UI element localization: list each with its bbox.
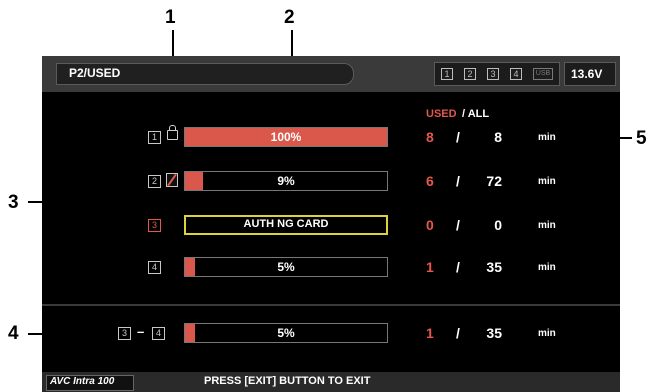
unit-label: min xyxy=(538,132,556,143)
auth-ng-message: AUTH NG CARD xyxy=(243,218,329,230)
card-row-3: 3 AUTH NG CARD 0 / 0 min xyxy=(42,214,620,236)
used-minutes: 1 xyxy=(426,325,434,341)
used-minutes: 1 xyxy=(426,259,434,275)
all-minutes: 8 xyxy=(494,129,502,145)
slash-separator: / xyxy=(456,217,460,233)
usb-icon: USB xyxy=(533,68,553,80)
unit-label: min xyxy=(538,176,556,187)
unit-label: min xyxy=(538,328,556,339)
slot-number: 2 xyxy=(148,175,161,188)
all-minutes: 72 xyxy=(486,173,502,189)
usage-bar: 5% xyxy=(184,257,388,277)
all-minutes: 0 xyxy=(494,217,502,233)
slash-separator: / xyxy=(456,173,460,189)
usage-bar: 9% xyxy=(184,171,388,191)
avc-intra-logo: AVC Intra 100 xyxy=(46,375,134,391)
usage-percent: 5% xyxy=(277,260,295,274)
unit-label: min xyxy=(538,262,556,273)
auth-ng-bar: AUTH NG CARD xyxy=(184,215,388,235)
callout-1: 1 xyxy=(165,7,176,28)
total-slot-from: 3 xyxy=(118,327,131,340)
slot-number: 3 xyxy=(148,219,161,232)
usage-percent: 5% xyxy=(277,326,295,340)
slash-separator: / xyxy=(456,129,460,145)
slash-separator: / xyxy=(456,259,460,275)
battery-voltage-box: 13.6V xyxy=(564,62,616,86)
divider xyxy=(42,304,620,306)
total-usage-bar: 5% xyxy=(184,323,388,343)
used-minutes: 6 xyxy=(426,173,434,189)
top-status-bar: P2/USED 1 2 3 4 USB 13.6V xyxy=(42,56,620,92)
battery-voltage: 13.6V xyxy=(571,67,603,81)
viewfinder-screen: P2/USED 1 2 3 4 USB 13.6V USED / ALL 1 1… xyxy=(42,56,620,392)
callout-3: 3 xyxy=(8,192,19,213)
unit-label: min xyxy=(538,220,556,231)
card-row-2: 2 9% 6 / 72 min xyxy=(42,170,620,192)
total-slot-to: 4 xyxy=(152,327,165,340)
callout-2: 2 xyxy=(284,7,295,28)
slot-status-box: 1 2 3 4 USB xyxy=(434,62,560,86)
callout-4: 4 xyxy=(8,323,19,344)
usage-percent: 100% xyxy=(270,130,302,144)
avc-logo-text: AVC Intra 100 xyxy=(50,376,115,387)
slot-1-icon: 1 xyxy=(441,68,453,80)
all-column-header: / ALL xyxy=(462,108,490,120)
slash-separator: / xyxy=(456,325,460,341)
all-minutes: 35 xyxy=(486,325,502,341)
slot-number: 1 xyxy=(148,131,161,144)
lock-icon xyxy=(167,125,178,140)
slot-3-icon: 3 xyxy=(487,68,499,80)
screen-title-tab: P2/USED xyxy=(56,63,354,85)
card-row-1: 1 100% 8 / 8 min xyxy=(42,125,620,148)
bottom-bar: AVC Intra 100 PRESS [EXIT] BUTTON TO EXI… xyxy=(42,372,620,392)
slot-number: 4 xyxy=(148,261,161,274)
exit-instruction: PRESS [EXIT] BUTTON TO EXIT xyxy=(204,375,371,387)
used-minutes: 8 xyxy=(426,129,434,145)
all-minutes: 35 xyxy=(486,259,502,275)
slot-4-icon: 4 xyxy=(510,68,522,80)
usage-bar: 100% xyxy=(184,127,388,147)
used-minutes: 0 xyxy=(426,217,434,233)
total-dash: – xyxy=(137,324,145,339)
screen-title: P2/USED xyxy=(69,66,121,80)
used-column-header: USED xyxy=(426,108,457,120)
slot-2-icon: 2 xyxy=(464,68,476,80)
total-row: 3 – 4 5% 1 / 35 min xyxy=(42,322,620,344)
callout-5: 5 xyxy=(636,128,647,149)
usage-percent: 9% xyxy=(277,174,295,188)
write-protect-icon xyxy=(166,173,178,187)
card-row-4: 4 5% 1 / 35 min xyxy=(42,256,620,278)
